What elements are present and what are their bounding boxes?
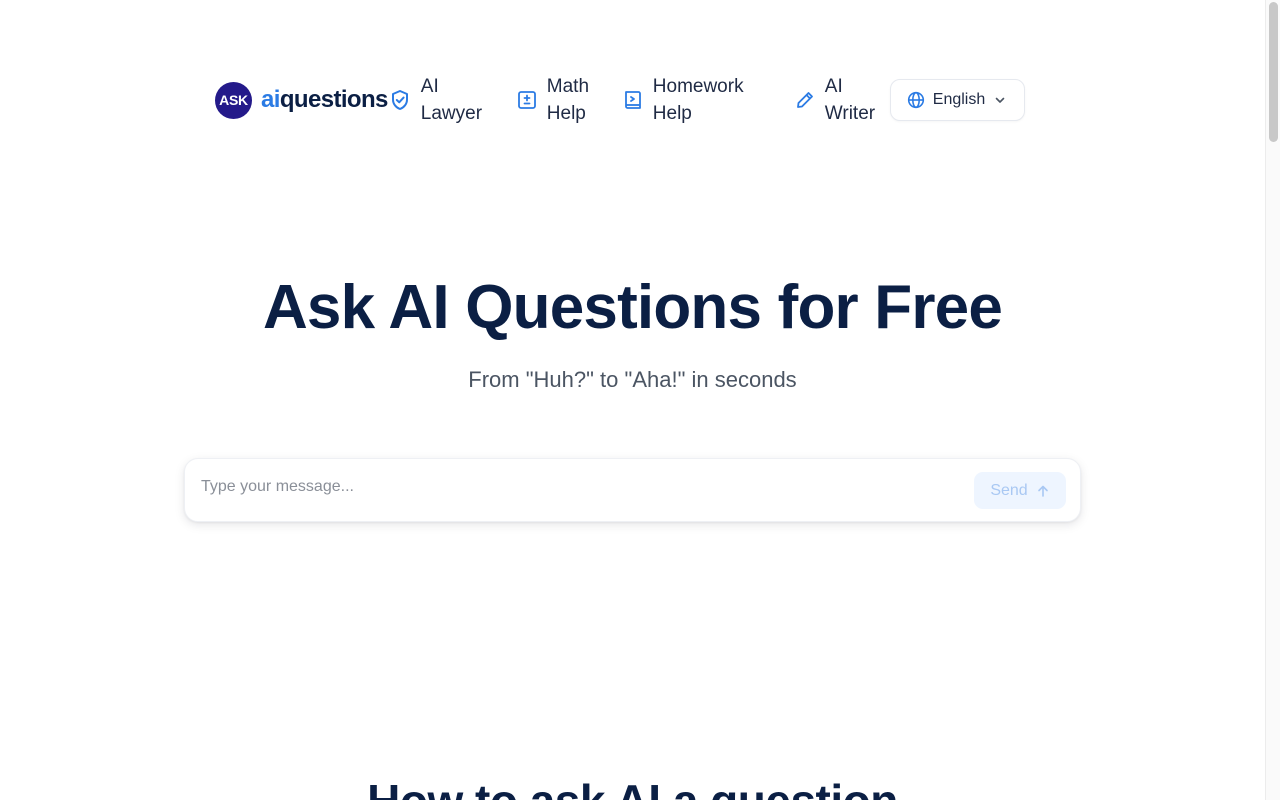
site-header: ASK ai questions AI Lawyer Math Help Hom… — [215, 72, 1050, 128]
chat-input-box: Send — [184, 458, 1081, 522]
chevron-down-icon — [993, 93, 1007, 107]
nav-item-label: AI Writer — [824, 76, 876, 124]
send-button[interactable]: Send — [974, 472, 1066, 509]
book-icon — [623, 89, 643, 111]
nav-item-math-help[interactable]: Math Help — [517, 73, 591, 127]
hero-title: Ask AI Questions for Free — [262, 273, 1003, 342]
nav-item-ai-writer[interactable]: AI Writer — [795, 73, 877, 127]
arrow-up-icon — [1036, 484, 1050, 498]
logo[interactable]: ASK ai questions — [215, 80, 410, 120]
nav-item-label: Homework Help — [652, 76, 744, 124]
nav-item-ai-lawyer[interactable]: AI Lawyer — [421, 73, 503, 127]
nav-item-homework-help[interactable]: Homework Help — [623, 73, 745, 127]
language-selected: English — [932, 91, 986, 108]
shield-check-icon — [390, 89, 410, 111]
nav-item-label: AI Lawyer — [420, 76, 483, 124]
hero-subtitle: From "Huh?" to "Aha!" in seconds — [468, 367, 797, 392]
scrollbar-thumb[interactable] — [1269, 2, 1278, 142]
logo-wordmark-prefix: ai — [261, 86, 280, 113]
logo-badge: ASK — [215, 81, 252, 119]
message-input[interactable] — [201, 473, 961, 501]
calculator-icon — [517, 90, 537, 110]
nav-item-label: Math Help — [546, 76, 590, 124]
globe-icon — [907, 91, 925, 109]
send-button-label: Send — [990, 481, 1028, 499]
section-title: How to ask AI a question — [0, 774, 1265, 800]
pencil-icon — [795, 90, 815, 110]
scrollbar[interactable] — [1265, 0, 1280, 800]
language-selector[interactable]: English — [889, 79, 1025, 121]
main-nav: AI Lawyer Math Help Homework Help AI Wri… — [410, 72, 1025, 128]
logo-wordmark: ai questions — [261, 86, 410, 114]
page: ASK ai questions AI Lawyer Math Help Hom… — [0, 0, 1280, 800]
logo-wordmark-suffix: questions — [279, 86, 389, 113]
